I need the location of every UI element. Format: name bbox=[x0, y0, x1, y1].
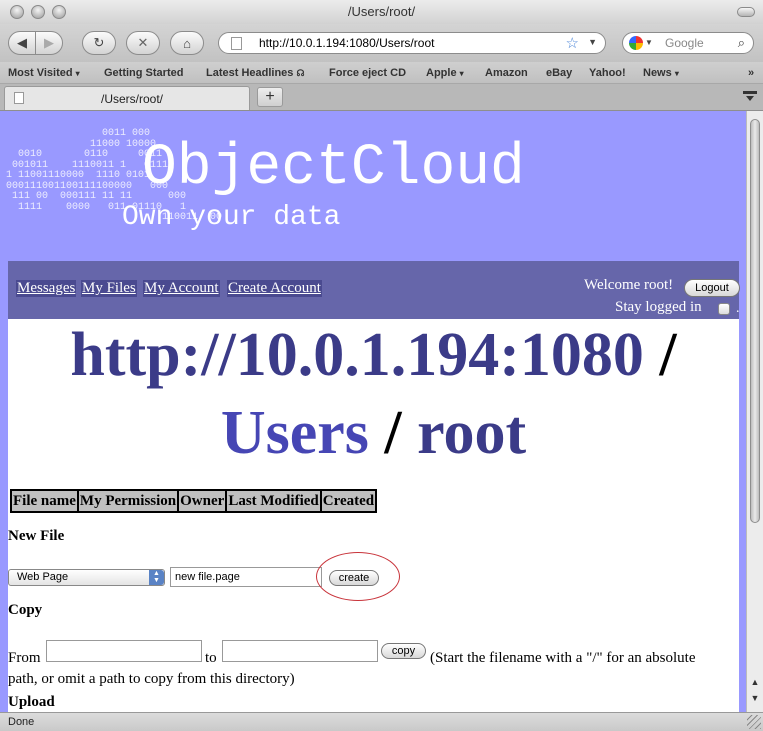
forward-arrow-icon: ▶ bbox=[44, 35, 54, 50]
bookmark-news[interactable]: News ▾ bbox=[643, 67, 679, 79]
copy-button[interactable]: copy bbox=[381, 643, 426, 659]
tab-label: /Users/root/ bbox=[101, 92, 164, 106]
stay-logged-in-label: Stay logged in bbox=[615, 299, 702, 315]
bookmarks-toolbar: Most Visited ▾ Getting Started Latest He… bbox=[0, 62, 763, 84]
file-type-select[interactable]: Web Page ▲ ▼ bbox=[8, 569, 165, 586]
stay-logged-in-suffix: . bbox=[736, 301, 740, 316]
forward-button[interactable]: ▶ bbox=[35, 31, 63, 55]
tab-list-icon[interactable] bbox=[743, 91, 757, 103]
bookmark-star-icon[interactable]: ☆ bbox=[566, 34, 579, 52]
home-icon: ⌂ bbox=[183, 35, 191, 51]
site-title: ObjectCloud bbox=[142, 136, 525, 201]
bookmark-yahoo[interactable]: Yahoo! bbox=[589, 67, 626, 79]
status-text: Done bbox=[8, 716, 35, 728]
url-history-dropdown-icon[interactable]: ▼ bbox=[588, 37, 597, 47]
new-tab-button[interactable]: + bbox=[257, 87, 283, 107]
window-titlebar: /Users/root/ bbox=[0, 0, 763, 24]
bookmark-ebay[interactable]: eBay bbox=[546, 67, 572, 79]
url-bar[interactable]: http://10.0.1.194:1080/Users/root ☆ ▼ bbox=[218, 32, 606, 54]
page-viewport: 0011 000 11000 10000 0010 0110 0011 0010… bbox=[0, 111, 746, 712]
stop-icon: ✕ bbox=[137, 35, 149, 50]
search-placeholder: Google bbox=[665, 36, 704, 50]
main-content: http://10.0.1.194:1080 / Users / root Fi… bbox=[8, 319, 739, 712]
reload-button[interactable]: ↻ bbox=[82, 31, 116, 55]
column-header-owner[interactable]: Owner bbox=[177, 489, 228, 513]
status-bar: Done bbox=[0, 712, 763, 731]
logout-button[interactable]: Logout bbox=[684, 279, 740, 297]
bookmark-getting-started[interactable]: Getting Started bbox=[104, 67, 183, 79]
file-type-selected-value: Web Page bbox=[17, 571, 69, 583]
minimize-window-button[interactable] bbox=[31, 5, 45, 19]
window-title: /Users/root/ bbox=[347, 4, 416, 19]
site-tagline: Own your data bbox=[122, 202, 341, 233]
welcome-message: Welcome root! bbox=[584, 277, 674, 293]
column-header-created[interactable]: Created bbox=[319, 489, 378, 513]
search-bar[interactable]: ▼ Google ⌕ bbox=[622, 32, 754, 54]
bookmark-apple[interactable]: Apple ▾ bbox=[426, 67, 464, 79]
annotation-highlight-circle bbox=[316, 552, 400, 601]
page-icon bbox=[231, 37, 242, 50]
rss-icon: ☊ bbox=[296, 68, 305, 78]
scroll-up-arrow-icon[interactable]: ▲ bbox=[749, 677, 761, 691]
copy-destination-input[interactable] bbox=[222, 640, 378, 662]
search-icon[interactable]: ⌕ bbox=[738, 35, 745, 51]
column-header-file-name[interactable]: File name bbox=[10, 489, 79, 513]
bookmark-amazon[interactable]: Amazon bbox=[485, 67, 528, 79]
zoom-window-button[interactable] bbox=[52, 5, 66, 19]
vertical-scrollbar[interactable]: ▲ ▼ bbox=[746, 111, 763, 712]
menu-link-create-account[interactable]: Create Account bbox=[227, 280, 322, 297]
bookmark-force-eject-cd[interactable]: Force eject CD bbox=[329, 67, 406, 79]
navigation-toolbar: ◀ ▶ ↻ ✕ ⌂ http://10.0.1.194:1080/Users/r… bbox=[0, 24, 763, 62]
copy-hint-text: (Start the filename with a "/" for an ab… bbox=[430, 650, 696, 666]
reload-icon: ↻ bbox=[93, 35, 105, 50]
breadcrumb-current-root[interactable]: root bbox=[417, 399, 526, 467]
menu-link-my-files[interactable]: My Files bbox=[81, 280, 137, 297]
site-menu-bar: Messages My Files My Account Create Acco… bbox=[8, 261, 740, 319]
back-button[interactable]: ◀ bbox=[8, 31, 36, 55]
copy-hint-text-continued: path, or omit a path to copy from this d… bbox=[8, 671, 295, 687]
copy-from-label: From bbox=[8, 650, 41, 666]
copy-source-input[interactable] bbox=[46, 640, 202, 662]
select-arrows-icon: ▲ ▼ bbox=[149, 570, 164, 585]
engine-dropdown-icon[interactable]: ▼ bbox=[645, 38, 653, 47]
breadcrumb-separator: / bbox=[659, 321, 677, 389]
files-table-header-row: File name My Permission Owner Last Modif… bbox=[10, 489, 378, 513]
tab-bar: /Users/root/ + bbox=[0, 84, 763, 111]
menu-link-my-account[interactable]: My Account bbox=[143, 280, 220, 297]
new-file-heading: New File bbox=[8, 528, 65, 544]
resize-grip-icon[interactable] bbox=[747, 715, 761, 729]
stay-logged-in-checkbox[interactable] bbox=[718, 303, 730, 315]
home-button[interactable]: ⌂ bbox=[170, 31, 204, 55]
url-text[interactable]: http://10.0.1.194:1080/Users/root bbox=[259, 36, 434, 50]
tab-users-root[interactable]: /Users/root/ bbox=[4, 86, 250, 110]
breadcrumb-host-link[interactable]: http://10.0.1.194:1080 bbox=[70, 321, 644, 389]
breadcrumb-line-1: http://10.0.1.194:1080 / bbox=[8, 321, 739, 389]
breadcrumb-separator: / bbox=[384, 399, 402, 467]
back-arrow-icon: ◀ bbox=[17, 35, 27, 50]
google-engine-icon[interactable] bbox=[629, 36, 643, 50]
scrollbar-thumb[interactable] bbox=[750, 119, 760, 523]
copy-heading: Copy bbox=[8, 602, 43, 618]
scroll-down-arrow-icon[interactable]: ▼ bbox=[749, 693, 761, 707]
upload-heading: Upload bbox=[8, 694, 55, 710]
bookmarks-overflow-icon[interactable]: » bbox=[748, 67, 754, 79]
page-icon bbox=[14, 92, 24, 104]
toolbar-toggle-button[interactable] bbox=[737, 7, 755, 17]
column-header-my-permission[interactable]: My Permission bbox=[76, 489, 180, 513]
bookmark-most-visited[interactable]: Most Visited ▾ bbox=[8, 67, 80, 79]
new-file-name-input[interactable]: new file.page bbox=[170, 567, 322, 587]
column-header-last-modified[interactable]: Last Modified bbox=[225, 489, 322, 513]
breadcrumb-users-link[interactable]: Users bbox=[221, 399, 369, 467]
breadcrumb-line-2: Users / root bbox=[8, 399, 739, 467]
menu-link-messages[interactable]: Messages bbox=[16, 280, 77, 297]
copy-to-label: to bbox=[205, 650, 217, 666]
bookmark-latest-headlines[interactable]: Latest Headlines ☊ bbox=[206, 67, 304, 79]
files-table: File name My Permission Owner Last Modif… bbox=[10, 489, 378, 513]
close-window-button[interactable] bbox=[10, 5, 24, 19]
stop-button[interactable]: ✕ bbox=[126, 31, 160, 55]
